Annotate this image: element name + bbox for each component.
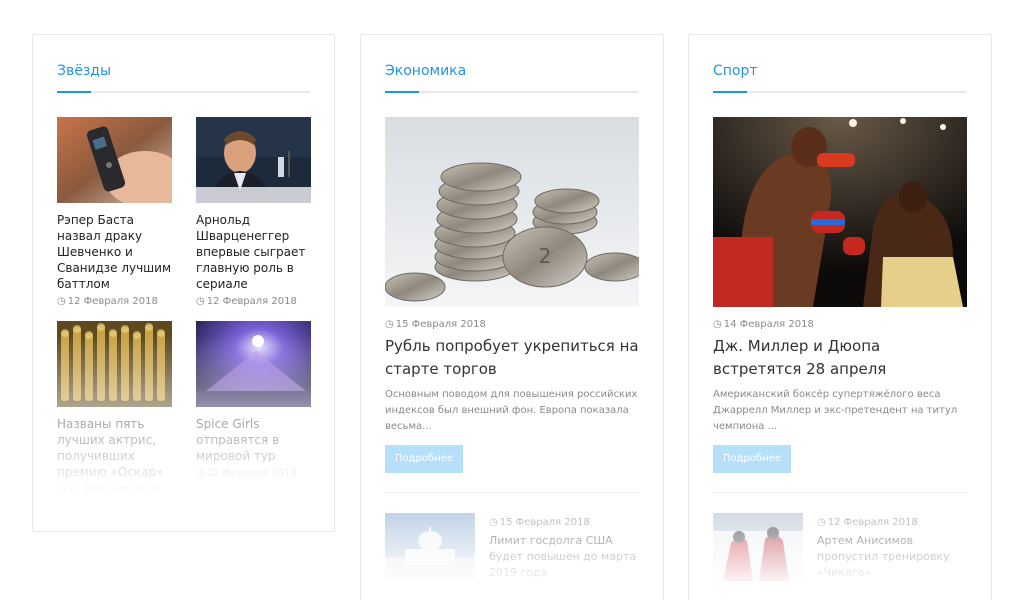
list-item[interactable]: Spice Girls отправятся в мировой тур ◷ 12… — [196, 321, 311, 479]
separator — [385, 492, 639, 493]
thumbnail-concert-stage[interactable] — [196, 321, 311, 407]
article-date: ◷ 15 Февраля 2018 — [385, 319, 486, 330]
title-divider — [713, 91, 967, 93]
economy-card-title[interactable]: Экономика — [385, 63, 466, 79]
read-more-button[interactable]: Подробнее — [713, 445, 791, 473]
clock-icon: ◷ — [817, 517, 826, 528]
article-title[interactable]: Дж. Миллер и Дюопа встретятся 28 апреля — [713, 335, 969, 381]
item-date: ◷ 12 Февраля 2018 — [196, 468, 297, 479]
stars-card: Звёзды Рэпер Баста назвал драку Шевченко… — [32, 34, 335, 532]
stars-card-title[interactable]: Звёзды — [57, 63, 111, 79]
svg-text:2: 2 — [539, 244, 552, 268]
clock-icon: ◷ — [196, 296, 205, 307]
article-excerpt: Основным поводом для повышения российски… — [385, 389, 638, 432]
article-date: ◷ 14 Февраля 2018 — [713, 319, 814, 330]
thumbnail-hockey[interactable] — [713, 513, 803, 581]
title-divider — [385, 91, 639, 93]
read-more-button[interactable]: Подробнее — [385, 445, 463, 473]
sport-card: Спорт ◷ 14 Февраля 2018 Дж. Миллер и Дюоп… — [688, 34, 992, 600]
article-date: ◷ 15 Февраля 2018 — [489, 517, 590, 528]
list-item[interactable]: Названы пять лучших актрис, получивших п… — [57, 321, 172, 495]
list-item[interactable]: Рэпер Баста назвал драку Шевченко и Сван… — [57, 117, 172, 307]
article-title[interactable]: Артем Анисимов пропустил тренировку «Чик… — [817, 533, 973, 581]
clock-icon: ◷ — [196, 468, 205, 479]
article-title[interactable]: Рубль попробует укрепиться на старте тор… — [385, 335, 641, 381]
thumbnail-dictaphone[interactable] — [57, 117, 172, 203]
item-title[interactable]: Названы пять лучших актрис, получивших п… — [57, 416, 172, 480]
list-item[interactable]: Арнольд Шварценеггер впервые сыграет гла… — [196, 117, 311, 307]
sport-card-title[interactable]: Спорт — [713, 63, 758, 79]
item-title[interactable]: Рэпер Баста назвал драку Шевченко и Сван… — [57, 212, 172, 292]
economy-card: Экономика 2 ◷ 15 Февраля 2018 Рубль попр… — [360, 34, 664, 600]
article-title[interactable]: Лимит госдолга США будет повышен до март… — [489, 533, 645, 581]
clock-icon: ◷ — [57, 484, 66, 495]
article-excerpt: Американский боксёр супертяжёлого веса Д… — [713, 389, 958, 432]
article-image-boxing[interactable] — [713, 117, 967, 307]
item-date: ◷ 12 Февраля 2018 — [57, 296, 158, 307]
separator — [713, 492, 967, 493]
article-date: ◷ 12 Февраля 2018 — [817, 517, 918, 528]
clock-icon: ◷ — [385, 319, 394, 330]
clock-icon: ◷ — [713, 319, 722, 330]
title-divider — [57, 91, 310, 93]
item-date: ◷ 12 Февраля 2018 — [196, 296, 297, 307]
clock-icon: ◷ — [57, 296, 66, 307]
thumbnail-oscar-statues[interactable] — [57, 321, 172, 407]
thumbnail-schwarzenegger[interactable] — [196, 117, 311, 203]
clock-icon: ◷ — [489, 517, 498, 528]
article-image-coins[interactable]: 2 — [385, 117, 639, 307]
thumbnail-capitol[interactable] — [385, 513, 475, 581]
item-date: ◷ 12 Февраля 2018 — [57, 484, 158, 495]
item-title[interactable]: Арнольд Шварценеггер впервые сыграет гла… — [196, 212, 311, 292]
item-title[interactable]: Spice Girls отправятся в мировой тур — [196, 416, 311, 464]
